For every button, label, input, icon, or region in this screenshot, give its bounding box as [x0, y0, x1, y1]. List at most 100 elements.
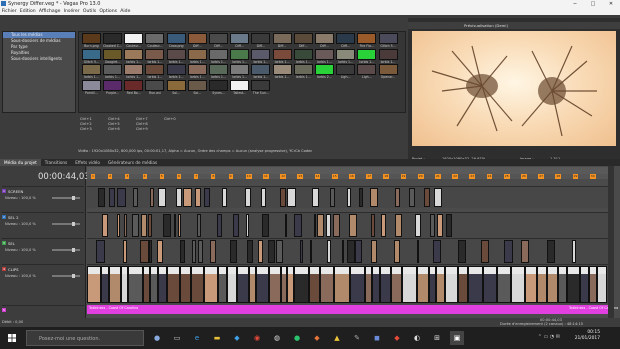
timeline-marker[interactable]: 20 [417, 174, 424, 179]
timeline-event[interactable] [445, 266, 458, 303]
timeline-event[interactable] [429, 214, 435, 237]
media-thumbnail[interactable]: Ligh... [356, 64, 377, 80]
timeline-event[interactable] [391, 266, 403, 303]
timeline-event[interactable] [409, 188, 416, 207]
timeline-event[interactable] [229, 240, 237, 263]
track-header-audio[interactable]: 5 [2, 305, 84, 317]
timeline-marker[interactable]: 15 [331, 174, 338, 179]
task-view-icon[interactable]: ▭ [170, 331, 184, 345]
vegas-pro-icon[interactable]: ▣ [450, 331, 464, 345]
timeline-event[interactable] [194, 188, 201, 207]
menu-edit[interactable]: Edition [18, 8, 37, 15]
media-thumbnail[interactable]: Iorbis 1... [102, 64, 123, 80]
timeline-marker[interactable]: 19 [400, 174, 407, 179]
timeline-event[interactable] [567, 266, 580, 303]
timeline-marker[interactable]: 30 [589, 174, 596, 179]
tab-video-fx[interactable]: Effets vidéo [71, 159, 104, 166]
timeline-event[interactable] [116, 188, 126, 207]
timeline-event[interactable] [317, 214, 324, 237]
media-thumbnail[interactable]: Iorbis 1... [229, 48, 250, 65]
menu-view[interactable]: Affichage [37, 8, 62, 15]
timeline-event[interactable] [354, 240, 363, 263]
timeline-event[interactable] [236, 266, 249, 303]
timeline-event[interactable] [370, 240, 377, 263]
timeline-event[interactable] [497, 266, 511, 303]
media-thumbnail[interactable]: Iorbis 1... [187, 64, 208, 80]
timeline-event[interactable] [244, 188, 251, 207]
timeline-event[interactable] [402, 266, 417, 303]
timeline-event[interactable] [341, 240, 345, 263]
track-header-screen[interactable]: 1 SCREEN Niveau : 100,0 % [2, 186, 84, 208]
timeline-event[interactable] [347, 188, 352, 207]
media-thumbnail[interactable]: Diff... [187, 33, 208, 49]
media-thumbnail[interactable]: Synes... [208, 79, 229, 96]
slider-knob[interactable] [72, 196, 75, 200]
media-thumbnail[interactable]: Iorbis 1... [208, 64, 229, 80]
timeline-event[interactable] [148, 240, 152, 263]
media-thumbnail[interactable]: Couleur... [145, 33, 166, 49]
media-thumbnail[interactable]: Iorbis 1... [145, 48, 166, 65]
timeline-event[interactable] [157, 188, 166, 207]
edge-icon[interactable]: e [190, 331, 204, 345]
timeline-event[interactable] [102, 214, 108, 237]
media-thumbnail[interactable]: Iorbis 1... [123, 64, 144, 80]
timeline-event[interactable] [347, 240, 355, 263]
timeline-event[interactable] [423, 188, 430, 207]
audio-event[interactable]: Tokkiness - Coast Of Carolina Tokkiness … [87, 305, 618, 314]
maximize-button[interactable]: □ [584, 0, 602, 8]
track-lane-sel[interactable] [87, 238, 614, 264]
track-lane-clips[interactable] [87, 264, 614, 304]
timeline-marker[interactable]: 8 [211, 174, 216, 179]
track-header-sel2[interactable]: 2 SEL 2 Niveau : 100,0 % [2, 212, 84, 238]
timeline-event[interactable] [294, 214, 302, 237]
timeline-event[interactable] [196, 214, 201, 237]
timeline-event[interactable] [156, 240, 163, 263]
app-icon[interactable]: ⊞ [430, 331, 444, 345]
timeline-event[interactable] [124, 214, 127, 237]
spotify-icon[interactable]: ● [290, 331, 304, 345]
media-thumbnail[interactable]: Iorbis 1... [187, 48, 208, 65]
timeline-event[interactable] [293, 266, 309, 303]
menu-insert[interactable]: Insérer [62, 8, 81, 15]
media-thumbnail[interactable]: Iorbis 1... [208, 48, 229, 65]
timeline-event[interactable] [429, 266, 437, 303]
media-thumbnail[interactable]: Diff... [335, 33, 356, 49]
taskbar-search-input[interactable]: Posez-moi une question. [26, 330, 144, 346]
timeline-event[interactable] [178, 214, 181, 237]
timeline-event[interactable] [133, 188, 139, 207]
media-thumbnail[interactable]: Diff... [293, 33, 314, 49]
timeline-marker[interactable]: 11 [263, 174, 269, 179]
track-name[interactable]: SEL [8, 241, 15, 246]
timeline-event[interactable] [142, 266, 151, 303]
timeline-event[interactable] [258, 240, 263, 263]
level-slider[interactable] [52, 248, 80, 252]
timeline-marker[interactable]: 1 [91, 174, 95, 179]
timeline-event[interactable] [370, 188, 378, 207]
timeline-event[interactable] [101, 266, 110, 303]
timeline-event[interactable] [329, 188, 336, 207]
timeline-event[interactable] [524, 266, 538, 303]
timeline-marker[interactable]: 22 [452, 174, 459, 179]
timeline-event[interactable] [197, 240, 204, 263]
timeline-event[interactable] [445, 214, 453, 237]
timeline-event[interactable] [179, 240, 186, 263]
timeline-event[interactable] [109, 188, 116, 207]
timeline-event[interactable] [192, 240, 197, 263]
timeline-event[interactable] [166, 266, 181, 303]
timeline-event[interactable] [217, 214, 222, 237]
menu-options[interactable]: Options [98, 8, 119, 15]
chrome-icon[interactable]: ◉ [250, 331, 264, 345]
media-thumbnail[interactable]: Iorbis 1... [335, 48, 356, 65]
timeline-event[interactable] [280, 188, 286, 207]
timeline-marker[interactable]: 17 [366, 174, 373, 179]
media-thumbnail[interactable]: Burn.png [81, 33, 102, 49]
tab-project-media[interactable]: Média du projet [0, 159, 41, 166]
timeline-marker[interactable]: 13 [297, 174, 304, 179]
media-thumbnail[interactable]: Iorbis 1... [166, 48, 187, 65]
media-thumbnail[interactable]: Purple... [102, 79, 123, 96]
level-slider[interactable] [52, 196, 80, 200]
time-ruler[interactable] [87, 167, 614, 174]
timeline-marker[interactable]: 25 [503, 174, 510, 179]
timeline-marker[interactable]: 29 [572, 174, 579, 179]
timeline-event[interactable] [268, 240, 275, 263]
